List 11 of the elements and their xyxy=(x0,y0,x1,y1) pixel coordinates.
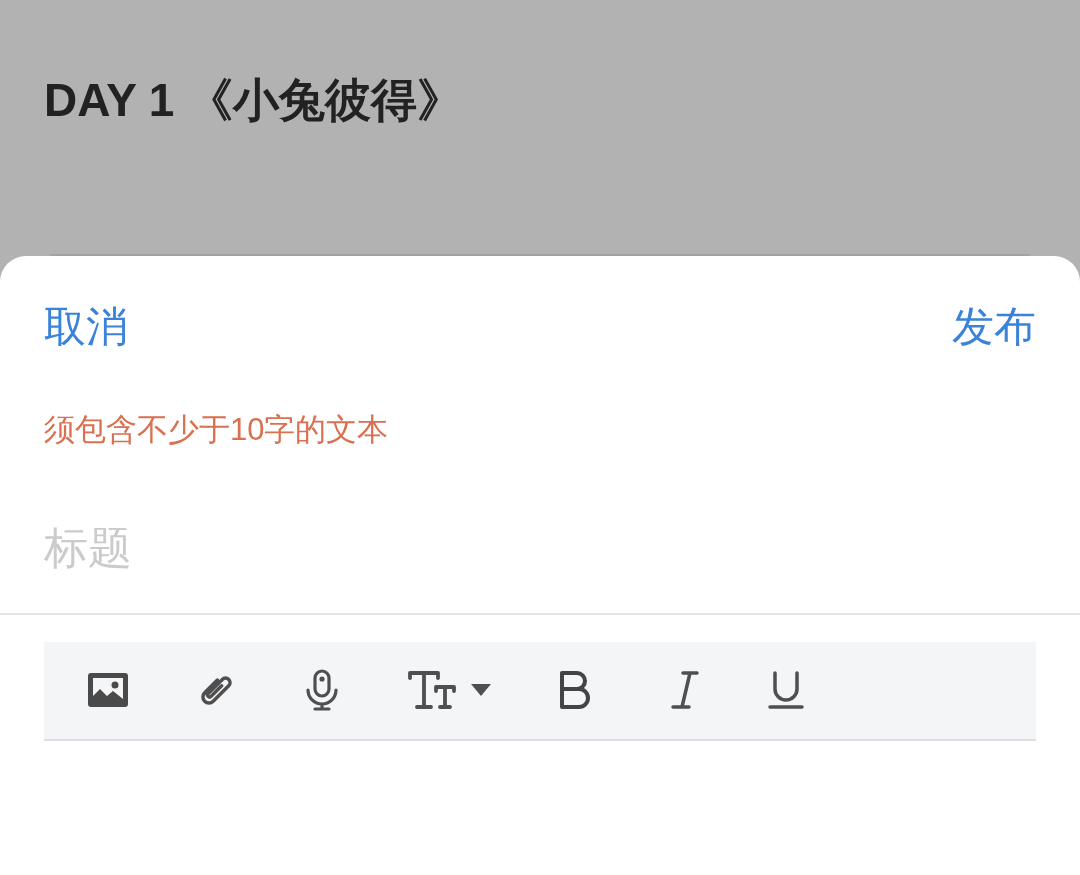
bold-icon[interactable] xyxy=(559,671,593,710)
italic-icon[interactable] xyxy=(669,670,699,711)
cancel-button[interactable]: 取消 xyxy=(44,302,128,353)
error-message: 须包含不少于10字的文本 xyxy=(44,411,389,450)
publish-button[interactable]: 发布 xyxy=(952,302,1036,353)
microphone-icon[interactable] xyxy=(304,669,340,712)
caret-icon[interactable] xyxy=(471,684,491,697)
page-title: DAY 1 《小兔彼得》 xyxy=(44,73,464,128)
text-size-icon[interactable] xyxy=(408,670,456,711)
underline-icon[interactable] xyxy=(767,670,805,711)
image-icon[interactable] xyxy=(88,673,128,708)
